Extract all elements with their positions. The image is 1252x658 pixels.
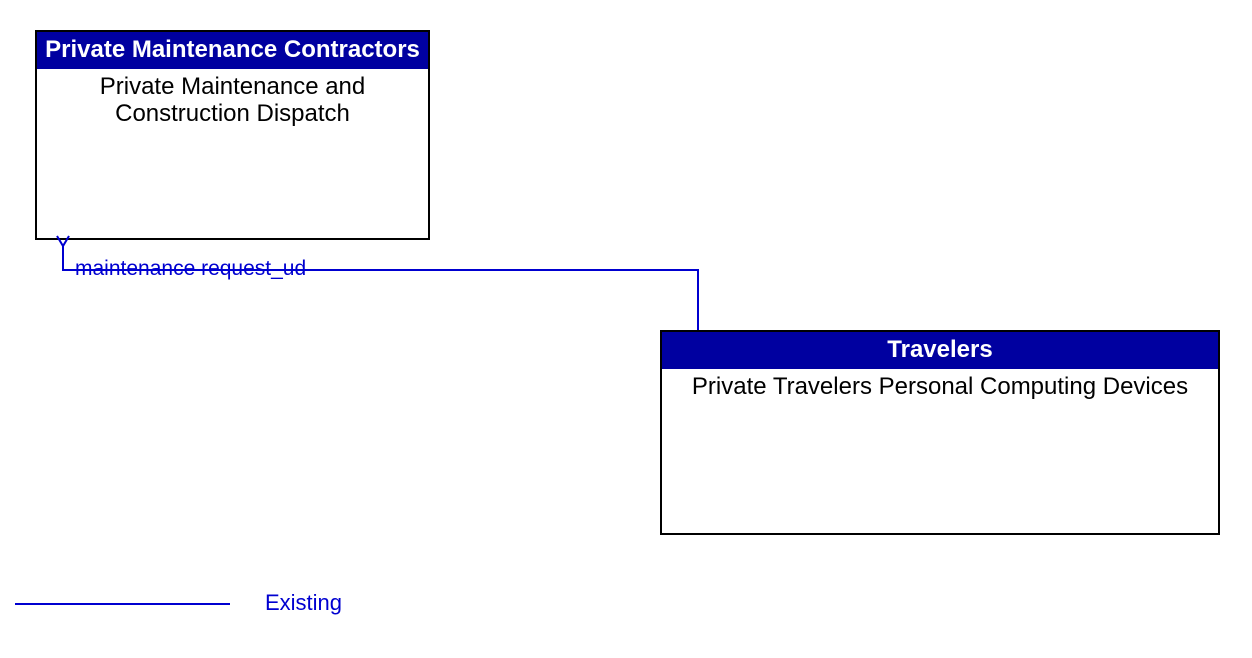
entity-body-private-maintenance: Private Maintenance and Construction Dis… (37, 69, 428, 132)
entity-box-travelers: Travelers Private Travelers Personal Com… (660, 330, 1220, 535)
entity-header-private-maintenance: Private Maintenance Contractors (37, 32, 428, 69)
entity-box-private-maintenance: Private Maintenance Contractors Private … (35, 30, 430, 240)
legend-label-existing: Existing (265, 590, 342, 616)
flow-label: maintenance request_ud (75, 257, 306, 281)
entity-header-travelers: Travelers (662, 332, 1218, 369)
entity-body-travelers: Private Travelers Personal Computing Dev… (662, 369, 1218, 405)
legend-line-existing (15, 603, 230, 605)
